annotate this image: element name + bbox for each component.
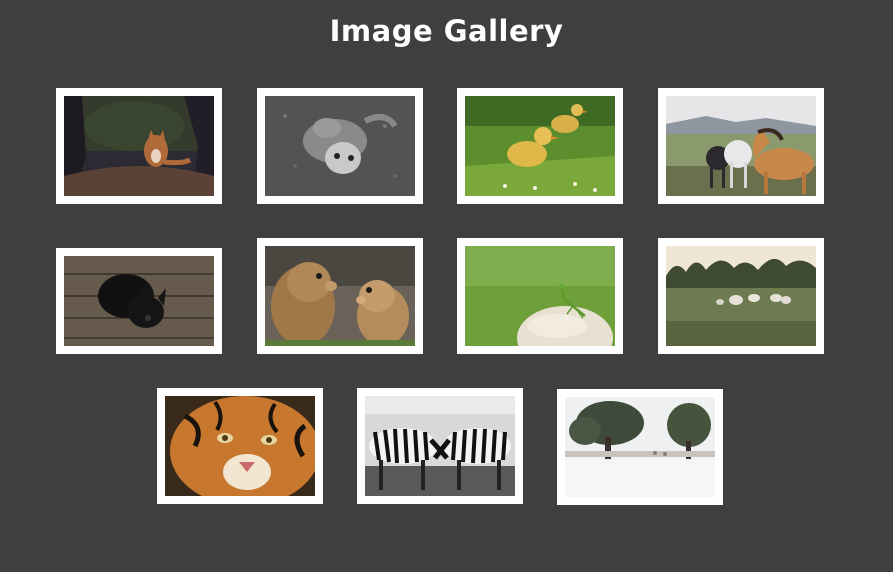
horses-image — [666, 96, 816, 196]
snow-field-image — [565, 397, 715, 497]
fox-image — [64, 96, 214, 196]
gallery-item-sheep[interactable] — [658, 238, 824, 354]
ducklings-image — [465, 96, 615, 196]
gallery-item-snow[interactable] — [557, 389, 723, 505]
gallery-item-zebras[interactable] — [357, 388, 523, 504]
prairie-dogs-image — [265, 246, 415, 346]
gallery-item-ducklings[interactable] — [457, 88, 623, 204]
gallery-item-puppy[interactable] — [56, 248, 222, 354]
sheep-image — [666, 246, 816, 346]
puppy-image — [64, 256, 214, 346]
page-title: Image Gallery — [329, 14, 564, 48]
gallery-item-fox[interactable] — [56, 88, 222, 204]
mantis-image — [465, 246, 615, 346]
gallery-item-prairie-dogs[interactable] — [257, 238, 423, 354]
gallery-item-mantis[interactable] — [457, 238, 623, 354]
gallery-page: Image Gallery — [0, 0, 893, 572]
tiger-image — [165, 396, 315, 496]
cat-image — [265, 96, 415, 196]
gallery-item-horses[interactable] — [658, 88, 824, 204]
gallery-item-cat[interactable] — [257, 88, 423, 204]
gallery-item-tiger[interactable] — [157, 388, 323, 504]
zebras-image — [365, 396, 515, 496]
